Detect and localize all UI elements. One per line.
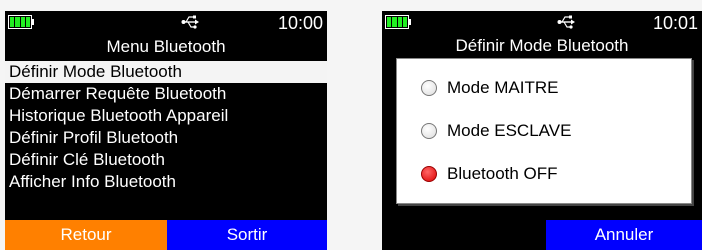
clock: 10:00: [277, 13, 323, 33]
menu-item-historique-bluetooth-appareil[interactable]: Historique Bluetooth Appareil: [5, 105, 327, 127]
screen-title: Menu Bluetooth: [106, 37, 226, 56]
device-screen-menu-bluetooth: 10:00 Menu Bluetooth Définir Mode Blueto…: [5, 11, 327, 250]
mode-dialog: Mode MAITRE Mode ESCLAVE Bluetooth OFF: [396, 58, 692, 204]
battery-full-icon: [385, 15, 409, 29]
device-screen-definir-mode-bluetooth: 10:01 Définir Mode Bluetooth Mode MAITRE…: [382, 11, 702, 250]
cancel-softkey[interactable]: Annuler: [546, 220, 702, 250]
menu-list: Définir Mode Bluetooth Démarrer Requête …: [5, 61, 327, 193]
radio-checked-icon[interactable]: [421, 166, 437, 182]
usb-icon: [181, 15, 199, 29]
option-bluetooth-off[interactable]: Bluetooth OFF: [421, 162, 558, 186]
exit-softkey[interactable]: Sortir: [167, 220, 327, 250]
option-label: Mode MAITRE: [447, 78, 559, 97]
menu-item-definir-cle-bluetooth[interactable]: Définir Clé Bluetooth: [5, 149, 327, 171]
clock: 10:01: [652, 13, 698, 33]
status-bar: 10:01: [382, 11, 702, 35]
screen-title: Définir Mode Bluetooth: [455, 36, 629, 55]
radio-unchecked-icon[interactable]: [421, 123, 437, 139]
back-softkey[interactable]: Retour: [5, 220, 167, 250]
status-bar: 10:00: [5, 11, 327, 35]
radio-unchecked-icon[interactable]: [421, 80, 437, 96]
menu-item-afficher-info-bluetooth[interactable]: Afficher Info Bluetooth: [5, 171, 327, 193]
battery-terminal: [32, 19, 34, 25]
option-label: Bluetooth OFF: [447, 164, 558, 183]
menu-item-definir-mode-bluetooth[interactable]: Définir Mode Bluetooth: [5, 61, 327, 83]
option-label: Mode ESCLAVE: [447, 121, 572, 140]
menu-item-demarrer-requete-bluetooth[interactable]: Démarrer Requête Bluetooth: [5, 83, 327, 105]
option-mode-maitre[interactable]: Mode MAITRE: [421, 76, 558, 100]
battery-full-icon: [8, 15, 32, 29]
menu-item-definir-profil-bluetooth[interactable]: Définir Profil Bluetooth: [5, 127, 327, 149]
usb-icon: [557, 15, 575, 29]
battery-terminal: [409, 19, 411, 25]
option-mode-esclave[interactable]: Mode ESCLAVE: [421, 119, 571, 143]
